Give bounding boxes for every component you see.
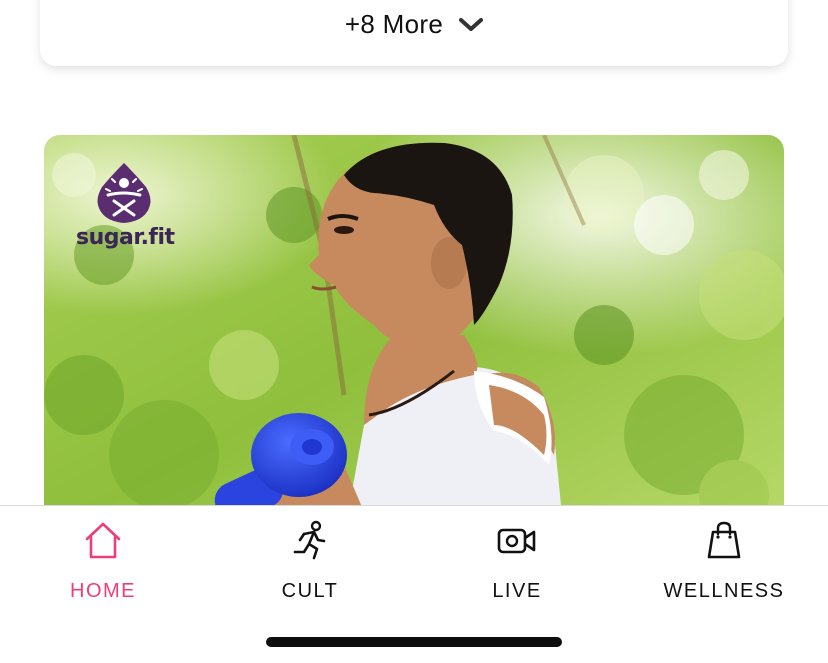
- show-more-label: +8 More: [344, 9, 444, 39]
- nav-label-cult: CULT: [281, 580, 339, 602]
- chevron-down-icon: [459, 17, 484, 32]
- running-person-icon: [290, 520, 330, 560]
- show-more-button[interactable]: +8 More: [344, 9, 484, 40]
- brand-name: sugar.fit: [76, 225, 175, 250]
- nav-label-live: LIVE: [492, 580, 542, 602]
- nav-item-wellness[interactable]: WELLNESS: [634, 520, 814, 603]
- sugar-fit-promo-banner[interactable]: sugar.fit: [44, 135, 784, 535]
- sugar-fit-logo-icon: [97, 163, 151, 223]
- home-icon: [83, 520, 123, 560]
- sugar-fit-logo: sugar.fit: [74, 161, 175, 251]
- nav-label-wellness: WELLNESS: [663, 580, 785, 602]
- video-camera-icon: [497, 520, 537, 560]
- home-indicator[interactable]: [266, 637, 562, 647]
- nav-item-live[interactable]: LIVE: [427, 520, 607, 603]
- app-screen: +8 More sugar.fit HOME CULT LIVE WELLNES…: [0, 0, 828, 663]
- shopping-bag-icon: [704, 520, 744, 560]
- nav-item-home[interactable]: HOME: [13, 520, 193, 603]
- more-card: +8 More: [40, 0, 788, 66]
- nav-item-cult[interactable]: CULT: [220, 520, 400, 603]
- nav-label-home: HOME: [70, 580, 136, 602]
